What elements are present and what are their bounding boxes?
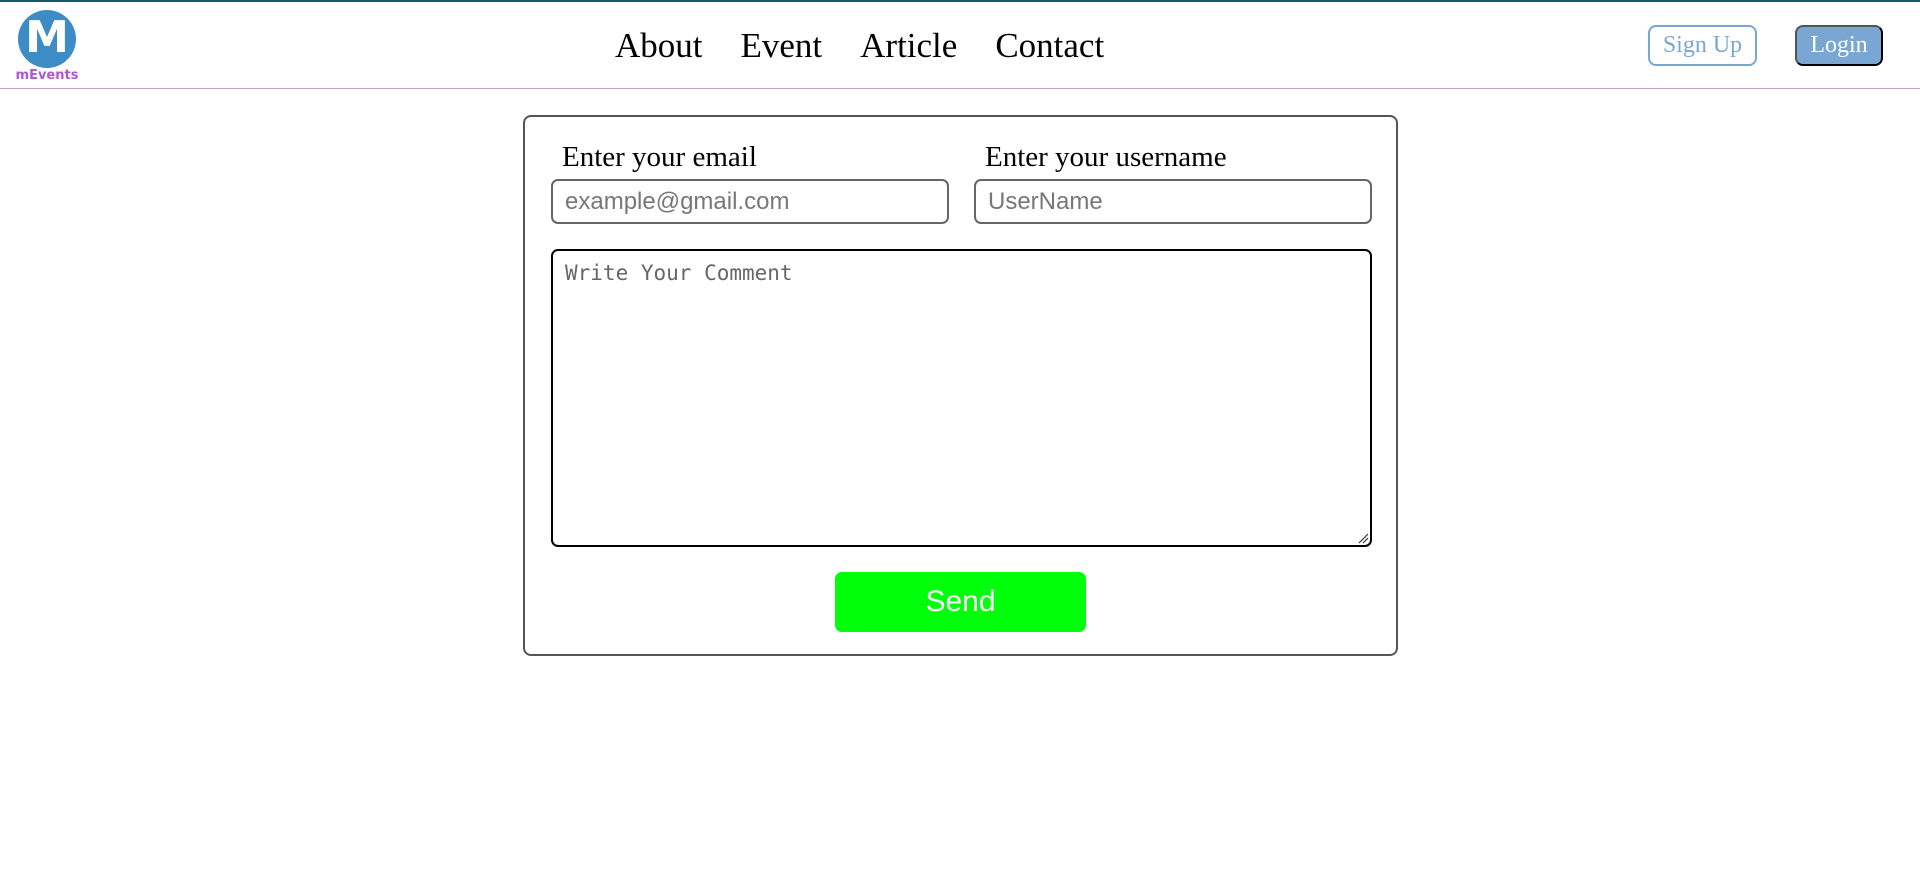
nav-link-article[interactable]: Article: [860, 24, 957, 68]
username-label: Enter your username: [985, 141, 1227, 173]
main-nav: About Event Article Contact: [615, 24, 1104, 68]
comment-form: Enter your email Enter your username Sen…: [523, 115, 1398, 656]
nav-link-contact[interactable]: Contact: [995, 24, 1104, 68]
nav-link-event[interactable]: Event: [741, 24, 823, 68]
nav-link-about[interactable]: About: [615, 24, 703, 68]
logo-letter: M: [25, 12, 69, 63]
username-input[interactable]: [974, 179, 1372, 224]
comment-textarea[interactable]: [551, 249, 1372, 547]
site-header: M mEvents About Event Article Contact Si…: [0, 2, 1920, 89]
login-button[interactable]: Login: [1795, 25, 1883, 66]
email-label: Enter your email: [562, 141, 757, 173]
send-button[interactable]: Send: [835, 572, 1086, 632]
brand-name: mEvents: [15, 68, 79, 83]
brand-logo[interactable]: M mEvents: [14, 10, 80, 84]
resize-handle-icon[interactable]: [1357, 532, 1369, 544]
sign-up-button[interactable]: Sign Up: [1648, 25, 1757, 66]
email-input[interactable]: [551, 179, 949, 224]
